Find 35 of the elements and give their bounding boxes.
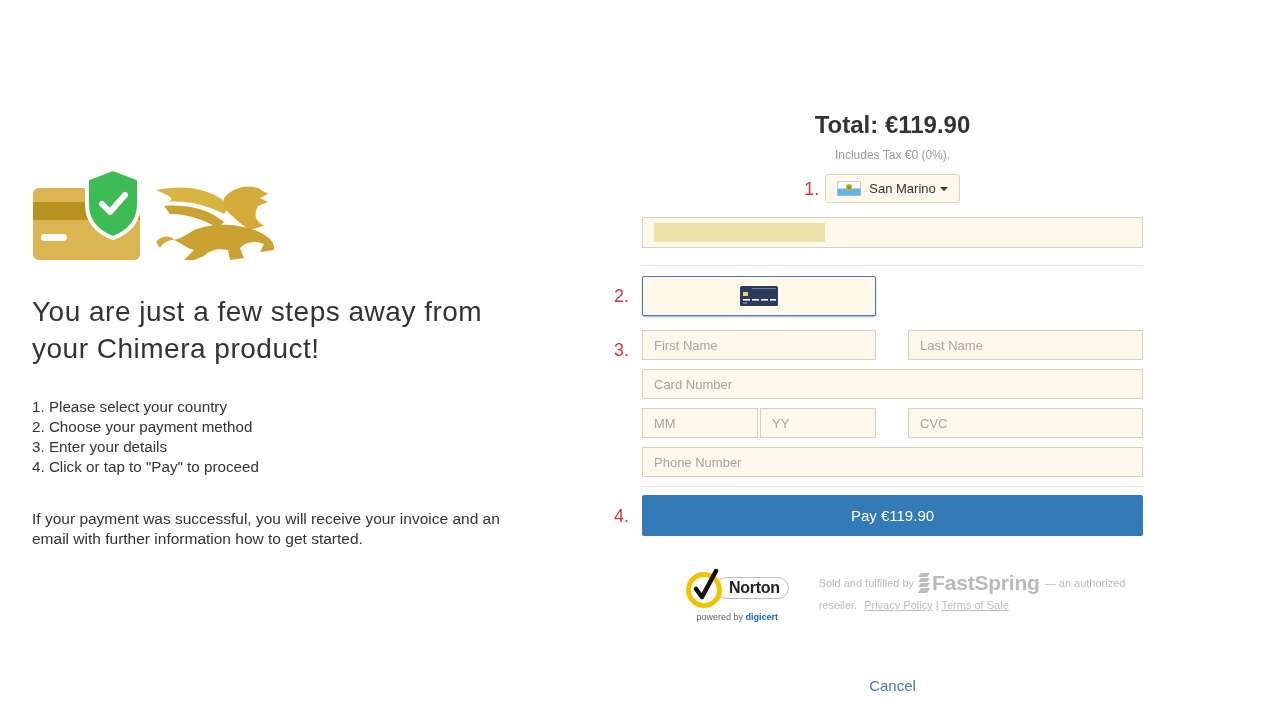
reseller-text: Sold and fulfilled by <box>818 577 915 589</box>
credit-card-icon <box>740 286 778 306</box>
step-number: 3. <box>614 338 629 361</box>
seal-caption: powered by digicert <box>696 612 779 622</box>
tax-note: Includes Tax €0 (0%). <box>834 147 951 163</box>
pay-button[interactable]: Pay €119.90 <box>642 495 1143 536</box>
caret-icon <box>939 186 948 191</box>
country-dropdown[interactable]: San Marino <box>825 174 960 203</box>
info-paragraph: If your payment was successful, you will receive your invoice and an email with further information how to get started. <box>32 509 501 549</box>
input-field[interactable]: YY <box>760 408 876 438</box>
input-field[interactable]: CVC <box>908 408 1143 438</box>
input-field[interactable]: Phone Number <box>642 447 1143 477</box>
cancel-link[interactable]: Cancel <box>869 677 916 694</box>
order-total: Total: €119.90 <box>814 111 971 139</box>
step-instruction: 1. Please select your country <box>32 397 227 417</box>
input-field[interactable]: Card Number <box>642 369 1143 399</box>
input-field[interactable]: First Name <box>642 330 876 360</box>
reseller-text: reseller. <box>818 599 858 611</box>
check-badge-icon <box>686 568 724 608</box>
step-instruction: 3. Enter your details <box>32 437 168 457</box>
page-heading: You are just a few steps away from your Chimera product! <box>32 295 484 366</box>
step-number: 2. <box>614 285 629 307</box>
link-separator: | <box>935 599 939 611</box>
flag-icon <box>837 181 862 196</box>
brand-wordmark: FastSpring <box>932 571 1040 595</box>
reseller-text: — an authorized <box>1044 577 1126 589</box>
payment-method-button[interactable] <box>642 276 876 316</box>
input-field[interactable]: MM <box>642 408 758 438</box>
step-number: 1. <box>804 177 820 200</box>
step-number: 4. <box>614 504 629 527</box>
stripes-logo-icon <box>918 573 931 593</box>
input-field[interactable] <box>642 217 1143 248</box>
step-instruction: 4. Click or tap to "Pay" to proceed <box>32 457 259 477</box>
input-field[interactable]: Last Name <box>908 330 1143 360</box>
step-instruction: 2. Choose your payment method <box>32 417 253 437</box>
